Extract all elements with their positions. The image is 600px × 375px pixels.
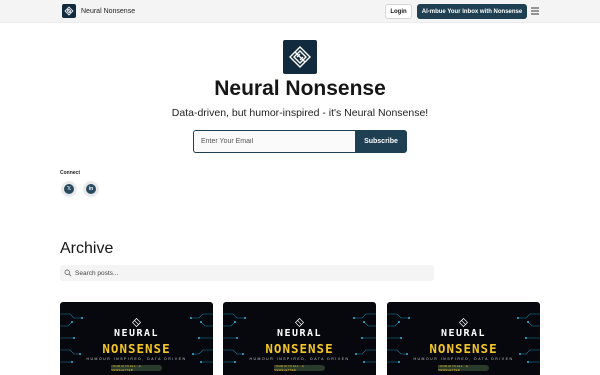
archive-heading: Archive	[60, 240, 114, 257]
card-pill: YOUR AI IN ALL · A NEWSLETTER	[438, 364, 489, 372]
brand-logo-icon	[62, 4, 76, 18]
card-logo-icon	[459, 318, 468, 327]
x-twitter-link[interactable]: 𝕏	[61, 181, 77, 197]
linkedin-link[interactable]: in	[83, 181, 99, 197]
post-card[interactable]: NEURAL NONSENSE HUMOUR INSPIRED, DATA DR…	[387, 302, 540, 375]
page-tagline: Data-driven, but humor-inspired - it's N…	[171, 107, 429, 119]
card-title-line1: NEURAL	[276, 328, 323, 339]
card-title-line2: NONSENSE	[102, 341, 171, 356]
search-input[interactable]	[75, 269, 415, 277]
brand-link[interactable]: Neural Nonsense	[62, 4, 135, 18]
subscribe-cta-button[interactable]: AI-mbue Your Inbox with Nonsense	[417, 4, 527, 19]
card-logo-icon	[295, 318, 304, 327]
publication-logo-icon	[283, 40, 317, 74]
card-logo-icon	[132, 318, 141, 327]
card-title-line2: NONSENSE	[429, 341, 498, 356]
x-twitter-icon: 𝕏	[64, 184, 74, 194]
search-bar[interactable]	[60, 265, 434, 281]
card-title-line1: NEURAL	[113, 328, 160, 339]
hamburger-menu-icon[interactable]	[531, 7, 539, 15]
card-pill: YOUR AI IN ALL · A NEWSLETTER	[274, 364, 325, 372]
card-title-line1: NEURAL	[440, 328, 487, 339]
brand-name: Neural Nonsense	[81, 7, 136, 15]
linkedin-icon: in	[86, 184, 96, 194]
top-nav-bar: Neural Nonsense Login AI-mbue Your Inbox…	[0, 0, 600, 23]
card-title-line2: NONSENSE	[265, 341, 334, 356]
email-field[interactable]	[193, 130, 355, 153]
card-tagline: HUMOUR INSPIRED, DATA DRIVEN	[249, 357, 350, 361]
post-card[interactable]: NEURAL NONSENSE HUMOUR INSPIRED, DATA DR…	[60, 302, 213, 375]
page-title: Neural Nonsense	[214, 77, 386, 100]
card-tagline: HUMOUR INSPIRED, DATA DRIVEN	[86, 357, 187, 361]
connect-label: Connect	[60, 170, 80, 176]
card-tagline: HUMOUR INSPIRED, DATA DRIVEN	[413, 357, 514, 361]
login-button[interactable]: Login	[385, 4, 412, 19]
search-icon	[64, 269, 72, 277]
card-pill: YOUR AI IN ALL · A NEWSLETTER	[111, 364, 162, 372]
post-card[interactable]: NEURAL NONSENSE HUMOUR INSPIRED, DATA DR…	[223, 302, 376, 375]
subscribe-button[interactable]: Subscribe	[355, 130, 407, 153]
